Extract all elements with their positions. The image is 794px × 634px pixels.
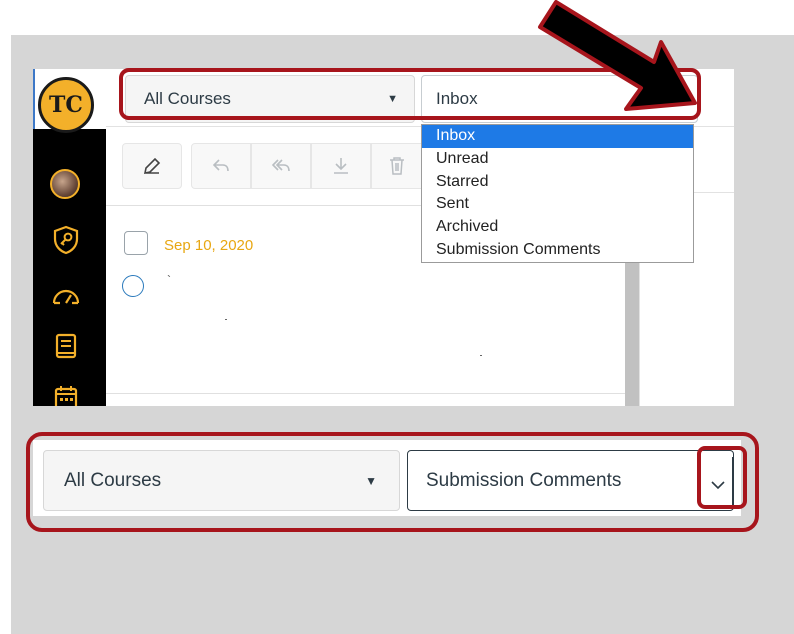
chevron-highlight <box>697 446 747 509</box>
bottom-panel-highlight <box>26 432 759 532</box>
pointer-arrow-icon <box>538 0 697 111</box>
